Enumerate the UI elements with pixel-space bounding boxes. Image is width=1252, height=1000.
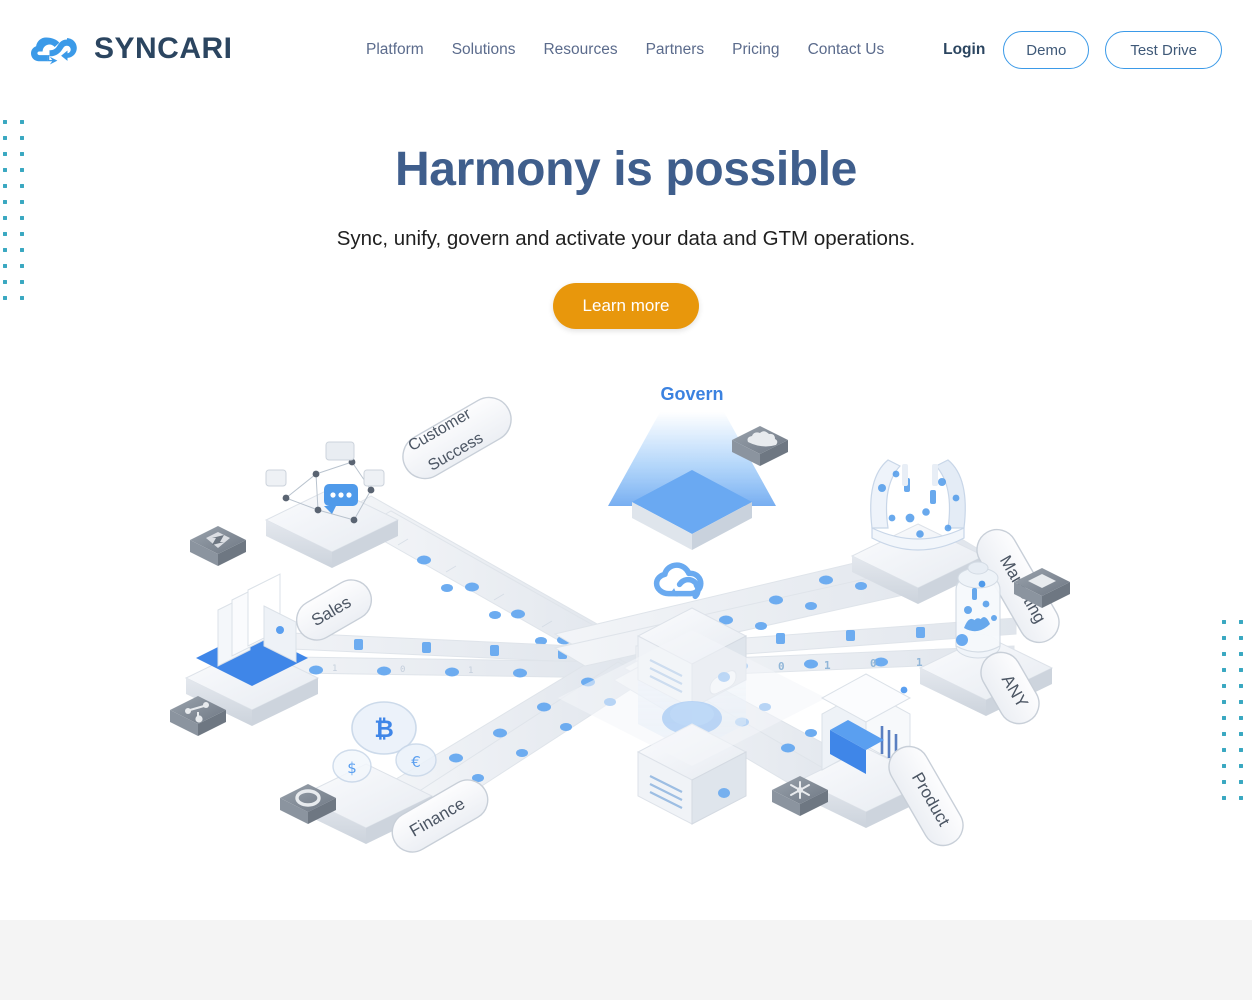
decorative-dot	[1222, 700, 1226, 704]
decorative-dot	[1239, 796, 1243, 800]
brand-logo-link[interactable]: SYNCARI	[30, 27, 233, 71]
decorative-dot	[1239, 668, 1243, 672]
decorative-dot	[1222, 636, 1226, 640]
learn-more-button[interactable]: Learn more	[552, 283, 700, 330]
decorative-dots-right	[1222, 620, 1252, 805]
svg-text:€: €	[411, 753, 421, 771]
decorative-dot	[1239, 652, 1243, 656]
decorative-dot	[1222, 764, 1226, 768]
svg-text:0: 0	[778, 660, 785, 673]
zendesk-icon	[190, 526, 246, 566]
decorative-dot	[1222, 716, 1226, 720]
center-cloud-sync-icon	[653, 562, 704, 600]
decorative-dot	[1239, 684, 1243, 688]
svg-text:1: 1	[824, 659, 831, 672]
demo-button[interactable]: Demo	[1003, 31, 1090, 69]
next-section-band	[0, 920, 1252, 1000]
decorative-dot	[1239, 780, 1243, 784]
hero-illustration: 0 1 0 1	[166, 378, 1086, 878]
page-title: Harmony is possible	[395, 143, 857, 196]
decorative-dot	[1239, 748, 1243, 752]
brand-name: SYNCARI	[94, 32, 233, 65]
nav-item-partners[interactable]: Partners	[632, 38, 719, 62]
decorative-dot	[1239, 732, 1243, 736]
site-header: SYNCARI Platform Solutions Resources Par…	[0, 0, 1252, 100]
login-link[interactable]: Login	[943, 41, 985, 59]
govern-label: Govern	[660, 384, 723, 404]
decorative-dot	[1239, 620, 1243, 624]
svg-text:0: 0	[870, 657, 877, 670]
decorative-dot	[1222, 668, 1226, 672]
decorative-dot	[1239, 764, 1243, 768]
svg-text:1: 1	[468, 666, 473, 676]
svg-text:₿: ₿	[374, 715, 394, 743]
node-sales: Sales	[170, 573, 373, 736]
decorative-dot	[1222, 748, 1226, 752]
decorative-dot	[1222, 732, 1226, 736]
test-drive-button[interactable]: Test Drive	[1105, 31, 1222, 69]
page-root: SYNCARI Platform Solutions Resources Par…	[0, 0, 1252, 1000]
decorative-dot	[1239, 700, 1243, 704]
hero-subtitle: Sync, unify, govern and activate your da…	[336, 226, 916, 250]
nav-item-solutions[interactable]: Solutions	[438, 38, 530, 62]
decorative-dot	[1222, 796, 1226, 800]
main-navigation: Platform Solutions Resources Partners Pr…	[366, 38, 898, 62]
cloud-sync-icon	[30, 27, 82, 71]
nav-item-resources[interactable]: Resources	[529, 38, 631, 62]
svg-text:0: 0	[400, 665, 405, 675]
cta-container: Learn more	[0, 283, 1252, 330]
hero-section: Harmony is possible Sync, unify, govern …	[0, 100, 1252, 330]
header-actions: Login Demo Test Drive	[943, 31, 1222, 69]
node-label-customer-success: Customer Success	[402, 396, 512, 480]
decorative-dot	[1222, 620, 1226, 624]
node-customer-success: Customer Success	[190, 396, 512, 568]
decorative-dot	[1222, 652, 1226, 656]
decorative-dot	[1222, 780, 1226, 784]
nav-item-platform[interactable]: Platform	[366, 38, 438, 62]
nav-item-contact-us[interactable]: Contact Us	[794, 38, 899, 62]
decorative-dot	[1222, 684, 1226, 688]
decorative-dot	[1239, 716, 1243, 720]
nav-item-pricing[interactable]: Pricing	[718, 38, 793, 62]
node-finance: ₿ € $ Finance	[280, 701, 489, 853]
decorative-dot	[1239, 636, 1243, 640]
svg-text:1: 1	[332, 664, 337, 674]
svg-text:$: $	[347, 759, 357, 777]
